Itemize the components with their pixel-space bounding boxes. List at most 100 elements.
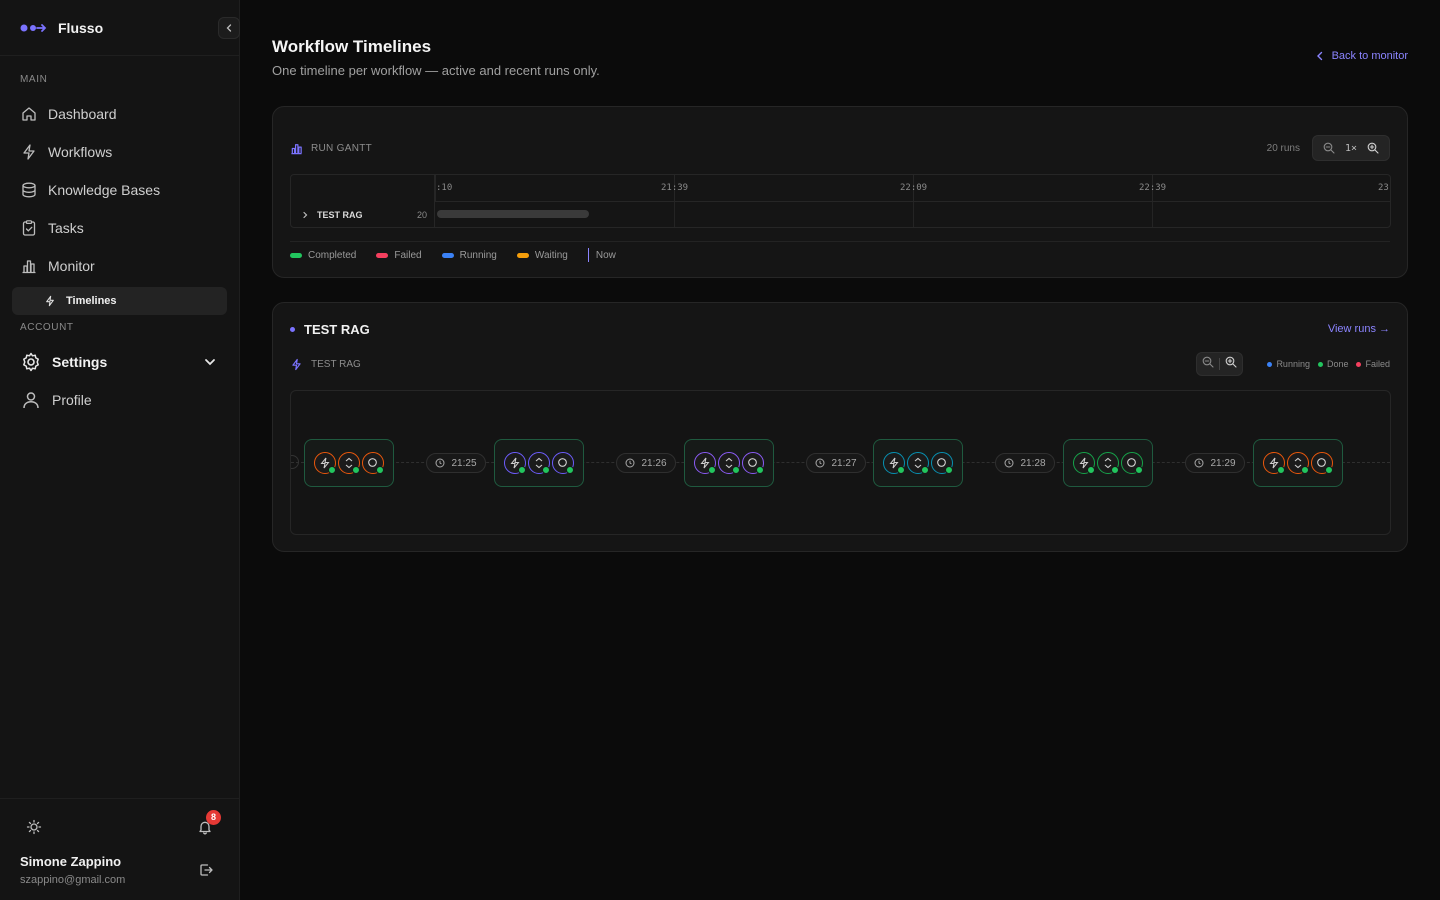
trigger-step-icon xyxy=(694,452,716,474)
branch-step-icon xyxy=(338,452,360,474)
branch-step-icon xyxy=(718,452,740,474)
gantt-tick: :10 xyxy=(436,183,453,193)
sidebar-item-tasks[interactable]: Tasks xyxy=(0,209,239,247)
sidebar-item-workflows[interactable]: Workflows xyxy=(0,133,239,171)
chevron-left-icon xyxy=(1316,51,1322,61)
search-step-icon xyxy=(1311,452,1333,474)
sidebar-item-label: Knowledge Bases xyxy=(48,182,161,198)
bar-chart-icon xyxy=(22,260,36,274)
branch-step-icon xyxy=(528,452,550,474)
gantt-tick: 22:09 xyxy=(900,183,928,193)
sidebar-item-label: Monitor xyxy=(48,258,95,274)
legend-failed: Failed xyxy=(1356,359,1390,369)
sidebar: Flusso MAIN Dashboard Workflows Knowledg… xyxy=(0,0,240,900)
bolt-icon xyxy=(23,144,35,160)
sun-icon xyxy=(26,819,42,834)
gantt-track xyxy=(435,202,1390,227)
user-name: Simone Zappino xyxy=(20,854,122,869)
gantt-label-column: TEST RAG 20 xyxy=(291,175,435,227)
logout-button[interactable] xyxy=(199,863,213,882)
workflow-title: TEST RAG xyxy=(290,322,370,337)
chevron-left-icon xyxy=(226,24,232,32)
sidebar-item-label: Settings xyxy=(52,354,108,370)
run-node[interactable] xyxy=(684,439,774,487)
timeline-legend: Running Done Failed xyxy=(1259,359,1390,369)
theme-toggle-button[interactable] xyxy=(26,819,42,840)
brand-name: Flusso xyxy=(58,19,104,36)
timeline-start-marker xyxy=(291,455,299,469)
trigger-step-icon xyxy=(314,452,336,474)
back-link-label: Back to monitor xyxy=(1331,50,1408,62)
run-node[interactable] xyxy=(1253,439,1343,487)
database-icon xyxy=(22,182,36,198)
view-runs-link[interactable]: View runs → xyxy=(1328,323,1390,335)
gantt-tick: 22:39 xyxy=(1139,183,1167,193)
sidebar-item-profile[interactable]: Profile xyxy=(0,381,239,419)
bar-chart-icon xyxy=(291,144,302,155)
search-step-icon xyxy=(931,452,953,474)
notifications-button[interactable]: 8 xyxy=(197,809,221,840)
legend-now: Now xyxy=(587,248,616,262)
legend-running: Running xyxy=(441,250,497,261)
zoom-in-button[interactable] xyxy=(1225,355,1237,373)
sidebar-item-monitor[interactable]: Monitor xyxy=(0,247,239,285)
run-time-pill: 21:29 xyxy=(1185,453,1245,473)
gantt-controls: 20 runs 1× xyxy=(1267,135,1390,161)
gantt-run-bar[interactable] xyxy=(437,210,589,218)
sidebar-item-label: Profile xyxy=(52,392,92,408)
chevron-down-icon xyxy=(205,359,215,366)
legend-completed: Completed xyxy=(290,250,356,261)
zoom-out-button[interactable] xyxy=(1319,142,1339,154)
sidebar-item-knowledge-bases[interactable]: Knowledge Bases xyxy=(0,171,239,209)
runs-count: 20 runs xyxy=(1266,142,1300,154)
gantt-header: RUN GANTT xyxy=(290,142,372,155)
run-node[interactable] xyxy=(304,439,394,487)
search-step-icon xyxy=(362,452,384,474)
zoom-in-button[interactable] xyxy=(1363,142,1383,154)
bolt-icon xyxy=(292,358,301,371)
status-dot xyxy=(290,327,295,332)
timeline-controls: Running Done Failed xyxy=(1196,352,1390,376)
collapse-sidebar-button[interactable] xyxy=(218,17,240,39)
run-node[interactable] xyxy=(873,439,963,487)
clipboard-icon xyxy=(22,220,36,236)
gantt-title: RUN GANTT xyxy=(311,143,373,154)
sidebar-item-settings[interactable]: Settings xyxy=(0,343,239,381)
trigger-step-icon xyxy=(1263,452,1285,474)
gantt-time-axis: :10 21:39 22:09 22:39 23: xyxy=(435,175,1390,202)
run-node[interactable] xyxy=(1063,439,1153,487)
zoom-out-icon xyxy=(1203,356,1214,368)
workflow-subtitle: TEST RAG xyxy=(311,359,361,370)
trigger-step-icon xyxy=(1073,452,1095,474)
notification-badge: 8 xyxy=(206,809,221,825)
gantt-chart: TEST RAG 20 :10 21:39 22:09 22:39 23: xyxy=(290,174,1391,228)
sidebar-item-dashboard[interactable]: Dashboard xyxy=(0,95,239,133)
zoom-level: 1× xyxy=(1344,142,1358,154)
workflow-subheader: TEST RAG xyxy=(290,358,361,371)
zoom-out-button[interactable] xyxy=(1202,355,1214,373)
branch-step-icon xyxy=(907,452,929,474)
branch-step-icon xyxy=(1097,452,1119,474)
sidebar-item-timelines[interactable]: Timelines xyxy=(12,287,227,315)
clock-icon xyxy=(625,458,635,468)
gantt-legend: Completed Failed Running Waiting Now xyxy=(290,248,636,262)
home-icon xyxy=(22,107,36,121)
search-step-icon xyxy=(742,452,764,474)
gantt-row-count: 20 xyxy=(416,210,427,220)
legend-failed: Failed xyxy=(376,250,422,261)
gear-icon xyxy=(23,352,39,372)
zoom-in-icon xyxy=(1367,142,1379,154)
clock-icon xyxy=(1004,458,1014,468)
clock-icon xyxy=(435,458,445,468)
workflow-name: TEST RAG xyxy=(304,322,370,337)
logout-icon xyxy=(200,864,213,876)
run-node[interactable] xyxy=(494,439,584,487)
zoom-out-icon xyxy=(1323,142,1335,154)
gantt-row-label: TEST RAG xyxy=(317,210,363,220)
flusso-logo-icon xyxy=(20,23,47,32)
back-to-monitor-link[interactable]: Back to monitor xyxy=(1316,50,1408,62)
gantt-row-test-rag[interactable]: TEST RAG 20 xyxy=(291,202,435,227)
clock-icon xyxy=(1194,458,1204,468)
bolt-icon xyxy=(46,295,54,307)
legend-waiting: Waiting xyxy=(516,250,568,261)
